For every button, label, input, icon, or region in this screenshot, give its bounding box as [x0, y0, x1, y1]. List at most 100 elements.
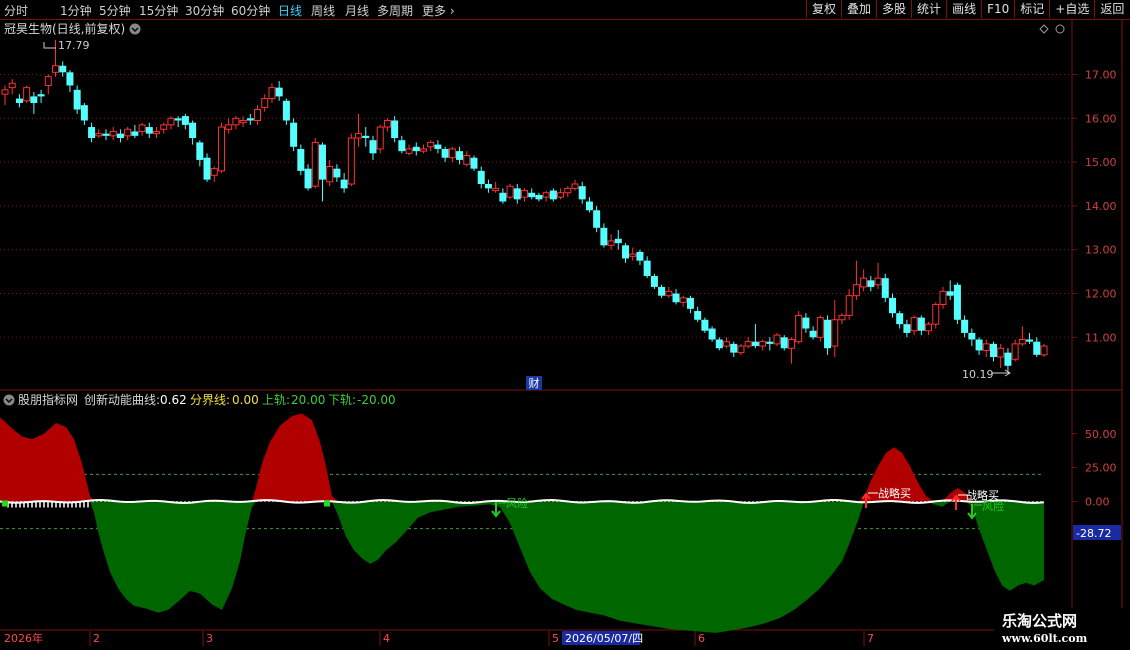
chart-canvas[interactable]: 17.00 16.00 15.00 14.00 13.00 12.00 11.00 冠昊生物…	[0, 0, 1130, 650]
candle	[939, 286, 947, 309]
candle	[780, 335, 788, 351]
candle	[852, 260, 860, 301]
candle	[744, 337, 752, 349]
low-price-label: 10.19	[962, 368, 994, 381]
candle	[831, 300, 839, 358]
time-label-apr: 4	[383, 632, 390, 645]
candle	[477, 166, 485, 189]
candle	[542, 190, 550, 202]
candle	[15, 94, 23, 108]
high-price-marker: 17.79	[43, 39, 90, 52]
candle	[600, 223, 608, 248]
indicator-tick-label: 25.00	[1085, 462, 1117, 475]
right-side-panel-edge	[1121, 20, 1130, 630]
upper-band-label: 上轨:	[262, 393, 290, 407]
candle	[824, 315, 832, 355]
candle	[268, 83, 276, 103]
candle	[672, 289, 680, 305]
momentum-value: 0.62	[160, 393, 187, 407]
candle	[290, 118, 298, 152]
indicator-axis: 50.00 25.00 0.00	[1072, 428, 1117, 509]
candle	[391, 116, 399, 143]
candle	[888, 293, 896, 318]
candle	[622, 243, 630, 263]
candle	[1026, 332, 1034, 344]
indicator-tick-label: 50.00	[1085, 428, 1117, 441]
candle	[66, 70, 74, 93]
candle	[239, 116, 247, 128]
diamond-icon[interactable]	[1039, 24, 1049, 34]
candle	[441, 146, 449, 163]
time-axis: 2026年 2 3 4 5 6 7 2026/05/07/四	[4, 631, 874, 646]
candle	[564, 186, 572, 198]
candle	[398, 135, 406, 154]
candle	[412, 142, 420, 156]
candle	[362, 127, 370, 147]
candle	[376, 124, 384, 154]
candle	[903, 319, 911, 338]
candle	[528, 188, 536, 200]
candle	[217, 122, 225, 174]
candle	[1, 85, 9, 106]
watermark-title: 乐淘公式网	[1002, 612, 1078, 630]
candle	[499, 188, 507, 204]
candle	[860, 269, 868, 292]
candle	[246, 113, 254, 125]
high-price-label: 17.79	[58, 39, 90, 52]
candle	[347, 133, 355, 187]
chevron-down-icon[interactable]	[129, 23, 141, 35]
candle	[383, 118, 391, 132]
price-tick-label: 16.00	[1085, 112, 1117, 125]
candle	[326, 159, 334, 187]
candle	[181, 113, 189, 130]
candle	[419, 144, 427, 154]
time-label-year: 2026年	[4, 631, 43, 645]
candle	[997, 343, 1005, 368]
candle	[203, 153, 211, 182]
circle-icon[interactable]	[1055, 24, 1065, 34]
candle	[715, 337, 723, 351]
candle	[723, 337, 731, 349]
signal-label: 风险	[982, 499, 1004, 513]
indicator-tick-label: 0.00	[1085, 496, 1110, 509]
candle	[95, 129, 103, 139]
current-value-badge: -28.72	[1073, 525, 1121, 540]
price-tick-label: 12.00	[1085, 288, 1117, 301]
candle	[73, 85, 81, 114]
watermark-url: www.60lt.com	[1002, 632, 1088, 645]
finance-badge[interactable]: 财	[526, 376, 542, 390]
candle	[261, 94, 269, 112]
negative-area	[0, 501, 1044, 633]
main-gridlines	[0, 74, 1072, 338]
price-axis: 17.00 16.00 15.00 14.00 13.00 12.00 11.00	[1072, 69, 1117, 344]
candle	[917, 315, 925, 336]
chevron-down-icon[interactable]	[3, 394, 15, 406]
candle	[694, 306, 702, 322]
candle	[131, 124, 139, 139]
candle	[607, 234, 615, 250]
candle	[8, 78, 16, 95]
price-tick-label: 15.00	[1085, 156, 1117, 169]
divider-value: 0.00	[232, 393, 259, 407]
candle	[275, 81, 283, 101]
low-price-marker: 10.19	[962, 368, 1011, 381]
candle	[340, 173, 348, 193]
candle	[44, 74, 52, 95]
candle	[369, 135, 377, 160]
candle	[787, 337, 795, 364]
candle	[795, 311, 803, 344]
candle	[802, 313, 810, 333]
candle	[37, 89, 45, 103]
candle	[701, 317, 709, 333]
candle	[174, 116, 182, 128]
divider-label: 分界线:	[190, 393, 230, 407]
candle	[333, 164, 341, 182]
candle	[665, 286, 673, 298]
candle	[989, 341, 997, 362]
svg-text:股朋指标网 创新动能曲线: 0.62: 股朋指标网 创新动能曲线: 0.62 分界线: 0.00 上轨: 20.00 下…	[18, 392, 396, 407]
upper-band-value: 20.00	[291, 393, 325, 407]
price-tick-label: 13.00	[1085, 244, 1117, 257]
candle	[304, 164, 312, 191]
candle	[189, 120, 197, 145]
candle	[571, 179, 579, 191]
